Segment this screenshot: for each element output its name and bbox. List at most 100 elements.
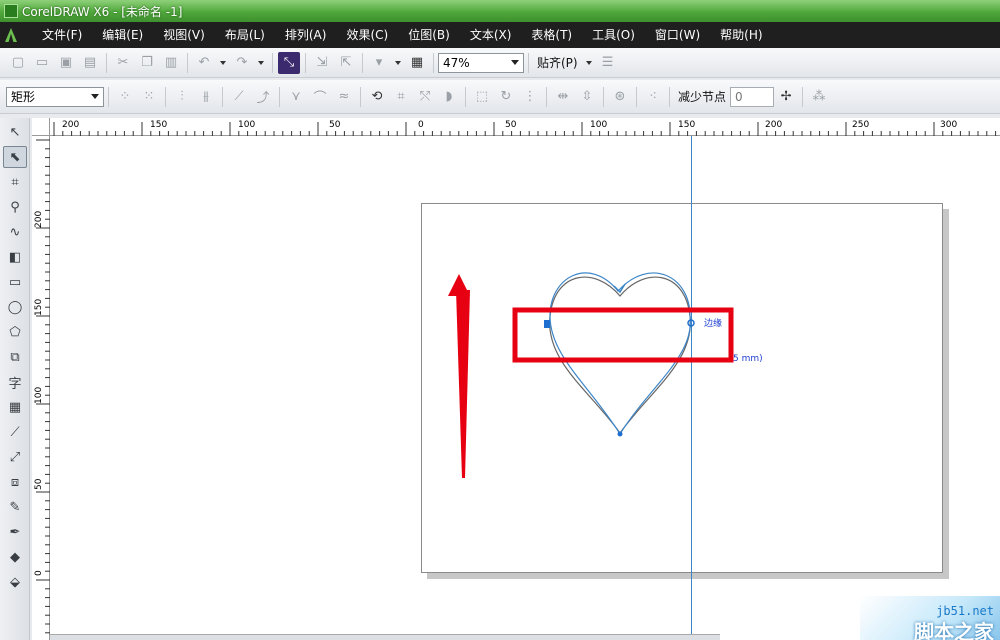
join-nodes-icon[interactable]: ⫶ xyxy=(171,86,193,108)
menu-bitmaps[interactable]: 位图(B) xyxy=(398,22,460,48)
undo-icon[interactable]: ↶ xyxy=(193,52,215,74)
symmetrical-node-icon[interactable]: ≈ xyxy=(333,86,355,108)
shape-tool-icon[interactable]: ⬉ xyxy=(3,146,27,168)
horizontal-ruler[interactable]: 200 150 100 50 0 50 100 150 200 250 300 xyxy=(50,118,1000,136)
cut-icon[interactable]: ✂ xyxy=(112,52,134,74)
reverse-direction-icon[interactable]: ⟲ xyxy=(366,86,388,108)
connector-tool-icon[interactable]: ⤢ xyxy=(3,446,27,468)
ellipse-tool-icon[interactable]: ◯ xyxy=(3,296,27,318)
extract-subpath-icon[interactable]: ⤲ xyxy=(414,86,436,108)
curve-smoothness-icon[interactable]: ⁂ xyxy=(808,86,830,108)
outline-pen-tool-icon[interactable]: ✒ xyxy=(3,521,27,543)
edited-heart-curve[interactable] xyxy=(549,272,691,436)
rotate-nodes-icon[interactable]: ↻ xyxy=(495,86,517,108)
reflect-vertical-icon[interactable]: ⇳ xyxy=(576,86,598,108)
open-folder-icon[interactable]: ▭ xyxy=(31,52,53,74)
crop-tool-icon[interactable]: ⌗ xyxy=(3,171,27,193)
convert-to-line-icon[interactable]: ⟋ xyxy=(228,86,250,108)
select-all-nodes-icon[interactable]: ⁖ xyxy=(642,86,664,108)
menu-text[interactable]: 文本(X) xyxy=(460,22,522,48)
reduce-nodes-input[interactable]: 0 xyxy=(730,86,775,107)
menu-file[interactable]: 文件(F) xyxy=(32,22,92,48)
fill-tool-icon[interactable]: ◆ xyxy=(3,546,27,568)
menu-table[interactable]: 表格(T) xyxy=(521,22,582,48)
toolbar-separator xyxy=(603,86,604,107)
measure-hint: 5 mm) xyxy=(733,354,763,364)
ruler-label: 50 xyxy=(329,120,341,130)
menu-layout[interactable]: 布局(L) xyxy=(215,22,275,48)
search-content-icon[interactable]: ⤡ xyxy=(278,51,300,74)
dimension-tool-icon[interactable]: ⟋ xyxy=(3,421,27,443)
ruler-label: 300 xyxy=(940,120,957,130)
eyedropper-tool-icon[interactable]: ✎ xyxy=(3,496,27,518)
snap-target-icon xyxy=(687,319,695,327)
menu-edit[interactable]: 编辑(E) xyxy=(92,22,153,48)
pick-tool-icon[interactable]: ↖ xyxy=(3,121,27,143)
smooth-node-icon[interactable]: ⌒ xyxy=(309,86,331,108)
welcome-screen-icon[interactable]: ▦ xyxy=(406,52,428,74)
export-icon[interactable]: ⇱ xyxy=(335,52,357,74)
ruler-label: 50 xyxy=(34,478,44,490)
spin-arrows-icon[interactable]: ✢ xyxy=(775,86,797,108)
menu-window[interactable]: 窗口(W) xyxy=(645,22,710,48)
paste-icon[interactable]: ▥ xyxy=(160,52,182,74)
vertical-ruler[interactable]: 200 150 100 50 0 xyxy=(32,136,50,640)
blend-tool-icon[interactable]: ⧈ xyxy=(3,471,27,493)
bottom-node-handle[interactable] xyxy=(617,431,623,437)
window-title: CorelDRAW X6 - [未命名 -1] xyxy=(22,4,183,19)
polygon-tool-icon[interactable]: ⬠ xyxy=(3,321,27,343)
break-curve-icon[interactable]: ⫵ xyxy=(195,86,217,108)
table-tool-icon[interactable]: ▦ xyxy=(3,396,27,418)
import-icon[interactable]: ⇲ xyxy=(311,52,333,74)
copy-icon[interactable]: ❐ xyxy=(136,52,158,74)
extend-curve-icon[interactable]: ⌗ xyxy=(390,86,412,108)
elastic-mode-icon[interactable]: ⊛ xyxy=(609,86,631,108)
snap-hint-label: 边缘 xyxy=(704,317,722,329)
snap-dropdown-arrow-icon[interactable] xyxy=(585,60,592,65)
redo-dropdown-arrow-icon[interactable] xyxy=(258,60,264,65)
stretch-nodes-icon[interactable]: ⬚ xyxy=(471,86,493,108)
redo-icon[interactable]: ↷ xyxy=(231,52,253,74)
add-node-icon[interactable]: ⁘ xyxy=(114,86,136,108)
delete-node-icon[interactable]: ⁙ xyxy=(138,86,160,108)
cusp-node-icon[interactable]: ⋎ xyxy=(285,86,307,108)
align-nodes-icon[interactable]: ⋮ xyxy=(519,86,541,108)
object-type-select[interactable]: 矩形 xyxy=(6,86,104,107)
menu-effects[interactable]: 效果(C) xyxy=(336,22,398,48)
smart-fill-tool-icon[interactable]: ◧ xyxy=(3,246,27,268)
toolbar-separator xyxy=(528,52,529,73)
horizontal-scrollbar[interactable] xyxy=(50,634,720,640)
interactive-fill-tool-icon[interactable]: ⬙ xyxy=(3,571,27,593)
application-launcher-icon[interactable]: ▾ xyxy=(368,52,390,74)
ruler-label: 100 xyxy=(34,387,44,404)
ruler-label: 200 xyxy=(765,120,782,130)
toolbar-separator xyxy=(305,52,306,73)
new-document-icon[interactable]: ▢ xyxy=(7,52,29,74)
text-tool-icon[interactable]: 字 xyxy=(3,371,27,393)
menu-arrange[interactable]: 排列(A) xyxy=(275,22,337,48)
menu-view[interactable]: 视图(V) xyxy=(153,22,215,48)
zoom-tool-icon[interactable]: ⚲ xyxy=(3,196,27,218)
menu-help[interactable]: 帮助(H) xyxy=(710,22,772,48)
print-icon[interactable]: ▤ xyxy=(79,52,101,74)
reflect-horizontal-icon[interactable]: ⇹ xyxy=(552,86,574,108)
launcher-dropdown-arrow-icon[interactable] xyxy=(395,60,401,65)
undo-dropdown-arrow-icon[interactable] xyxy=(220,60,226,65)
options-icon[interactable]: ☰ xyxy=(597,52,619,74)
ruler-label: 150 xyxy=(678,120,695,130)
menu-tools[interactable]: 工具(O) xyxy=(582,22,645,48)
menu-bar: 文件(F) 编辑(E) 视图(V) 布局(L) 排列(A) 效果(C) 位图(B… xyxy=(0,22,1000,48)
convert-to-curve-icon[interactable]: ⤴ xyxy=(252,86,274,108)
zoom-level-select[interactable]: 47% xyxy=(438,52,524,73)
basic-shapes-tool-icon[interactable]: ⧉ xyxy=(3,346,27,368)
close-curve-icon[interactable]: ◗ xyxy=(438,86,460,108)
snap-to-label[interactable]: 贴齐(P) xyxy=(533,54,582,71)
selected-node-handle[interactable] xyxy=(544,320,550,328)
canvas-drawing-layer: 边缘 5 mm) xyxy=(448,272,763,478)
ruler-origin-corner[interactable] xyxy=(32,118,50,136)
drawing-canvas[interactable]: 边缘 5 mm) xyxy=(50,136,1000,640)
save-icon[interactable]: ▣ xyxy=(55,52,77,74)
freehand-tool-icon[interactable]: ∿ xyxy=(3,221,27,243)
heart-shape-outline[interactable] xyxy=(549,276,691,435)
rectangle-tool-icon[interactable]: ▭ xyxy=(3,271,27,293)
